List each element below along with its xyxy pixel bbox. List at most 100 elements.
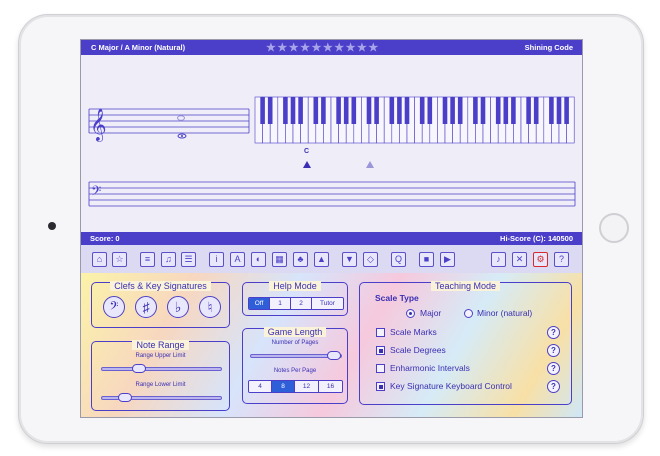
notes-8[interactable]: 8 [271,381,294,392]
help-mode-title: Help Mode [269,281,321,291]
black-key[interactable] [480,97,486,124]
piano-keyboard[interactable] [254,96,575,144]
notes-per-page-segments: 4 8 12 16 [248,380,343,393]
info-icon[interactable]: i [209,252,224,267]
help-mode-1[interactable]: 1 [269,298,290,309]
range-upper-label: Range Upper Limit [135,353,186,359]
staff-keyboard-canvas: 𝄞 C 𝄢 [88,96,576,207]
help-mode-tutor[interactable]: Tutor [311,298,343,309]
guitar-pick-icon[interactable]: ▼ [342,252,357,267]
device-home-button[interactable] [599,213,629,243]
sharp-shape-icon[interactable]: ◇ [363,252,378,267]
scale-degrees-help-icon[interactable]: ? [547,344,560,357]
star-icon: ★ [300,42,312,54]
play-icon[interactable]: ▶ [440,252,455,267]
scale-degrees-checkbox[interactable] [376,346,385,355]
black-key[interactable] [298,97,303,124]
range-upper-thumb[interactable] [132,364,146,373]
black-key[interactable] [389,97,395,124]
bass-clef-button[interactable]: 𝄢 [103,296,125,318]
bass-staff [88,181,576,207]
star-icon[interactable]: ☆ [112,252,127,267]
black-key[interactable] [374,97,379,124]
enharmonic-intervals-label: Enharmonic Intervals [390,363,470,373]
settings-panel: Clefs & Key Signatures 𝄢 ♯ ♭ ♮ Note Rang… [81,273,582,417]
black-key[interactable] [419,97,425,124]
black-key[interactable] [336,97,341,124]
black-key[interactable] [366,97,372,124]
list-icon[interactable]: ☰ [181,252,196,267]
stop-icon[interactable]: ■ [419,252,434,267]
black-key[interactable] [343,97,349,124]
notes-12[interactable]: 12 [294,381,318,392]
sharp-key-button[interactable]: ♯ [135,296,157,318]
enharmonic-intervals-help-icon[interactable]: ? [547,362,560,375]
notes-16[interactable]: 16 [318,381,342,392]
black-key[interactable] [549,97,554,124]
font-icon[interactable]: A [230,252,245,267]
natural-key-button[interactable]: ♮ [199,296,221,318]
black-key[interactable] [442,97,448,124]
piano-keys-icon[interactable]: ♫ [161,252,176,267]
flat-key-button[interactable]: ♭ [167,296,189,318]
black-key[interactable] [526,97,531,124]
notes-4[interactable]: 4 [249,381,271,392]
minor-radio[interactable] [464,309,473,318]
scale-marks-help-icon[interactable]: ? [547,326,560,339]
game-length-title: Game Length [263,327,327,337]
black-key[interactable] [473,97,478,124]
black-key[interactable] [564,97,569,124]
black-key[interactable] [457,97,463,124]
black-key[interactable] [427,97,433,124]
black-key[interactable] [495,97,501,124]
brand-name: Shining Code [524,43,573,52]
black-key[interactable] [321,97,326,124]
key-label: C Major [91,43,119,52]
range-lower-thumb[interactable] [118,393,132,402]
black-key[interactable] [290,97,296,124]
staff-area: 𝄞 C 𝄢 [81,55,582,232]
grid-icon[interactable]: ▦ [272,252,287,267]
black-key[interactable] [397,97,402,124]
key-signature-keyboard-control-help-icon[interactable]: ? [547,380,560,393]
black-key[interactable] [503,97,509,124]
black-key[interactable] [313,97,319,124]
clefs-title: Clefs & Key Signatures [110,281,211,291]
help-icon[interactable]: ? [554,252,569,267]
black-key[interactable] [556,97,562,124]
black-key[interactable] [450,97,455,124]
scale-marks-checkbox[interactable] [376,328,385,337]
gear-icon[interactable]: ⚙ [533,252,548,267]
star-icon: ★ [288,42,301,54]
q-icon[interactable]: Q [391,252,406,267]
key-title: C Major / A Minor (Natural) [91,43,185,52]
current-key-marker [303,161,311,168]
enharmonic-intervals-checkbox[interactable] [376,364,385,373]
help-mode-2[interactable]: 2 [290,298,311,309]
star-icon: ★ [266,42,278,54]
palette-icon[interactable]: ◐ [251,252,266,267]
pages-thumb[interactable] [327,351,341,360]
speaker-on-icon[interactable]: ♪ [491,252,506,267]
home-icon[interactable]: ⌂ [92,252,107,267]
black-key[interactable] [511,97,516,124]
lesson-icon[interactable]: ≡ [140,252,155,267]
speaker-off-icon[interactable]: ✕ [512,252,527,267]
help-mode-off[interactable]: Off [249,298,269,309]
black-key[interactable] [260,97,265,124]
camera-dot [48,222,56,230]
range-upper-slider[interactable] [101,367,222,371]
landscape-icon[interactable]: ▲ [314,252,329,267]
teaching-mode-title: Teaching Mode [430,281,501,291]
black-key[interactable] [351,97,357,124]
black-key[interactable] [267,97,273,124]
help-mode-segments: Off 1 2 Tutor [248,297,344,310]
black-key[interactable] [283,97,288,124]
key-signature-keyboard-control-checkbox[interactable] [376,382,385,391]
black-key[interactable] [404,97,410,124]
title-bar: C Major / A Minor (Natural) ★★★★★★★★★★ S… [81,40,582,55]
star-icon: ★ [345,42,357,54]
major-radio[interactable] [406,309,415,318]
black-key[interactable] [533,97,539,124]
tree-icon[interactable]: ♣ [293,252,308,267]
